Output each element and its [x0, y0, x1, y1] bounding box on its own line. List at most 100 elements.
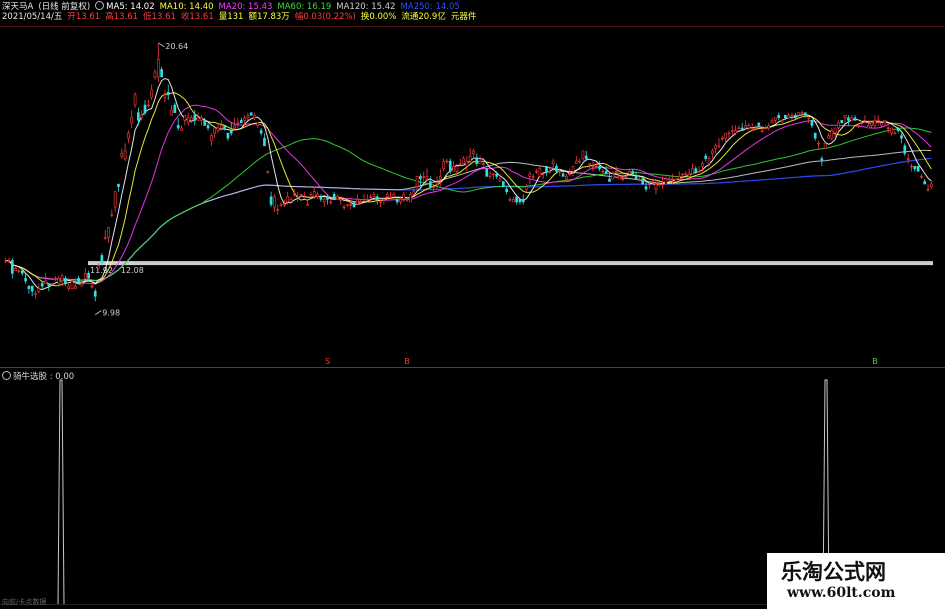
candle-body [561, 173, 565, 177]
candle-body [458, 163, 462, 165]
candle-body [74, 285, 77, 289]
candle-body [910, 165, 913, 168]
candle-body [638, 178, 641, 181]
candle-body [840, 120, 844, 124]
candle-body [54, 278, 57, 280]
candle-body [903, 145, 907, 154]
watermark-name: 乐淘公式网 [781, 559, 886, 584]
candle-body [266, 171, 270, 173]
candle-body [243, 117, 246, 121]
ma250-value: MA250: 14.05 [400, 2, 460, 12]
candle-body [299, 193, 303, 196]
candle-body [857, 125, 860, 127]
candle-body [820, 158, 824, 162]
candle-body [30, 285, 34, 292]
candle-body [216, 127, 220, 131]
candle-body [505, 188, 508, 193]
indicator-settings-icon[interactable] [2, 371, 11, 380]
quote-low: 低13.61 [143, 12, 176, 22]
candle-body [674, 178, 678, 182]
candle-body [40, 283, 44, 287]
candle-body [97, 265, 100, 269]
candle-body [614, 171, 618, 173]
candle-body [362, 199, 366, 201]
candle-body [565, 176, 568, 180]
candle-body [641, 178, 645, 185]
candle-body [847, 117, 850, 121]
candle-body [332, 193, 336, 198]
candle-body [4, 260, 7, 262]
candle-body [644, 186, 648, 190]
candle-body [375, 196, 379, 200]
candle-body [365, 199, 369, 201]
candle-body [47, 283, 51, 287]
kline-chart[interactable]: 11.92 - 12.0820.649.9816.93SBB [0, 0, 945, 609]
candle-body [27, 285, 31, 289]
candle-body [412, 191, 416, 195]
candle-body [890, 127, 893, 134]
annotation-pointer [158, 42, 165, 48]
candle-body [385, 193, 389, 198]
candle-body [760, 130, 764, 132]
candle-body [236, 122, 240, 124]
candle-body [502, 181, 505, 187]
candle-body [219, 125, 223, 129]
candle-body [196, 117, 200, 121]
candle-body [707, 158, 711, 164]
support-band-line [88, 261, 933, 266]
candle-body [359, 201, 362, 204]
watermark: 乐淘公式网 www.60lt.com [767, 553, 945, 609]
candle-body [259, 130, 263, 134]
candle-body [435, 183, 439, 186]
candle-body [598, 165, 601, 170]
candle-body [604, 171, 608, 175]
candle-body [190, 117, 193, 121]
candle-body [223, 125, 226, 129]
candle-body [667, 178, 671, 181]
ma5-value: MA5: 14.02 [106, 2, 155, 12]
candle-body [478, 160, 482, 164]
candle-body [568, 173, 572, 175]
candle-body [137, 112, 140, 121]
candle-body [780, 120, 784, 122]
candle-body [253, 114, 256, 119]
period-label[interactable]: (日线 前复权) [38, 2, 90, 12]
candle-body [44, 280, 47, 284]
candle-body [535, 171, 538, 173]
candle-body [176, 125, 180, 129]
candle-body [342, 206, 346, 209]
candle-body [336, 196, 339, 200]
candle-body [156, 58, 160, 78]
candle-body [734, 130, 737, 134]
stock-chart-window: 11.92 - 12.0820.649.9816.93SBB 深天马A (日线 前… [0, 0, 945, 609]
footer-text: 向前/卡点数据 [2, 598, 47, 606]
candle-body [239, 120, 243, 124]
stock-name: 深天马A [2, 2, 34, 12]
candle-body [395, 199, 399, 203]
candle-body [17, 270, 21, 272]
candle-body [233, 125, 236, 129]
quote-high: 高13.61 [105, 12, 139, 22]
candle-body [790, 114, 794, 117]
indicator-label: 骑牛选股 : 0.00 [13, 372, 75, 382]
candle-body [684, 173, 688, 175]
candle-body [571, 165, 575, 172]
candle-body [279, 204, 283, 206]
candle-body [694, 168, 698, 172]
candle-body [113, 191, 117, 208]
candle-body [671, 178, 674, 181]
candle-body [823, 142, 827, 149]
candle-body [558, 171, 562, 173]
candle-body [57, 278, 61, 284]
candle-body [687, 173, 691, 177]
candle-body [677, 176, 681, 180]
candle-body [226, 132, 230, 139]
candle-body [87, 273, 90, 279]
candle-body [103, 237, 107, 239]
candle-body [356, 199, 359, 205]
quote-header: 2021/05/14/五 开13.61 高13.61 低13.61 收13.61 量131… [2, 12, 481, 23]
settings-icon[interactable] [95, 1, 105, 10]
candle-body [249, 112, 253, 116]
candle-body [916, 165, 920, 172]
candle-body [754, 127, 757, 130]
